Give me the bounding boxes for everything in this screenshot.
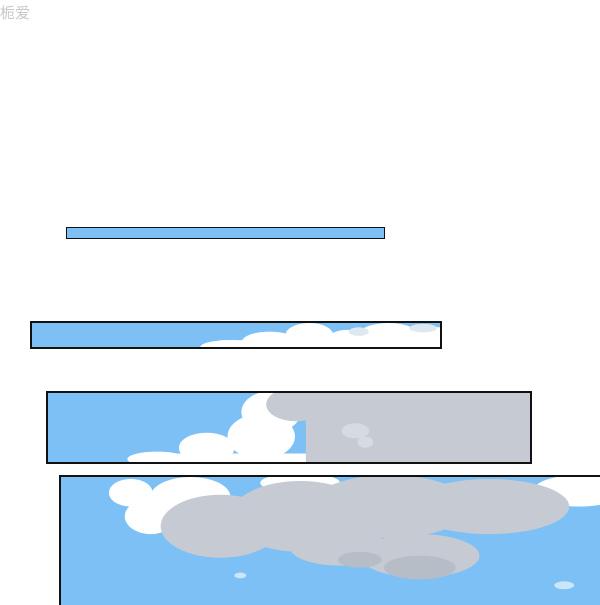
watermark-text: 栀爱 bbox=[0, 4, 31, 22]
sky-strip-thin bbox=[66, 227, 385, 239]
cloud-illustration-large bbox=[48, 393, 530, 462]
cloud-illustration-small bbox=[32, 323, 440, 347]
cloud-illustration-full bbox=[61, 477, 600, 605]
sky-strip-clouds-full bbox=[59, 475, 600, 605]
sky-strip-clouds-small bbox=[30, 321, 442, 349]
sky-strip-clouds-large bbox=[46, 391, 532, 464]
